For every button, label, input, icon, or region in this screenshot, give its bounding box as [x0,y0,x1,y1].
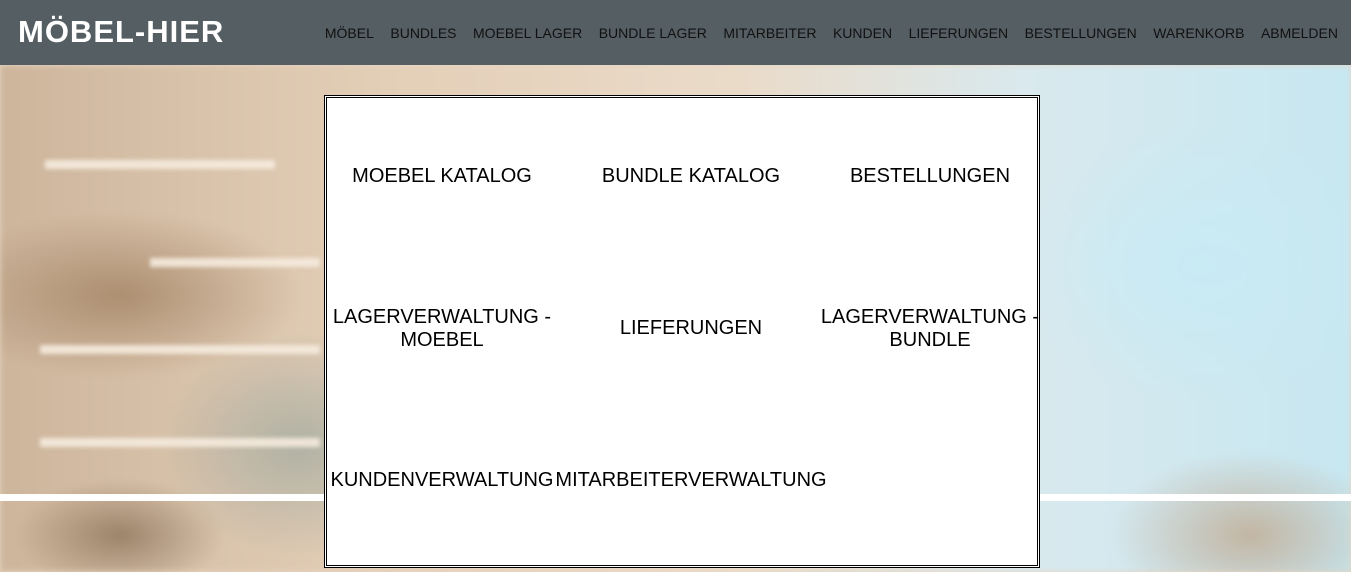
tile-moebel-katalog[interactable]: MOEBEL KATALOG [327,165,557,188]
tile-bestellungen[interactable]: BESTELLUNGEN [815,165,1045,188]
tile-bundle-katalog[interactable]: BUNDLE KATALOG [576,165,806,188]
main-nav: MÖBEL BUNDLES MOEBEL LAGER BUNDLE LAGER … [308,25,1338,41]
tile-lieferungen[interactable]: LIEFERUNGEN [576,317,806,340]
background-shelf [40,345,320,354]
background-shelf [45,160,275,169]
nav-mitarbeiter[interactable]: MITARBEITER [723,25,816,41]
tile-lagerverwaltung-moebel[interactable]: LAGERVERWALTUNG - MOEBEL [327,306,557,352]
nav-abmelden[interactable]: ABMELDEN [1261,25,1338,41]
background-shelf [150,258,320,267]
nav-lieferungen[interactable]: LIEFERUNGEN [909,25,1009,41]
nav-kunden[interactable]: KUNDEN [833,25,892,41]
nav-bestellungen[interactable]: BESTELLUNGEN [1025,25,1137,41]
nav-moebel-lager[interactable]: MOEBEL LAGER [473,25,582,41]
nav-bundles[interactable]: BUNDLES [390,25,456,41]
top-navbar: MÖBEL-HIER MÖBEL BUNDLES MOEBEL LAGER BU… [0,0,1351,65]
nav-moebel[interactable]: MÖBEL [325,25,374,41]
nav-bundle-lager[interactable]: BUNDLE LAGER [599,25,707,41]
tile-kundenverwaltung[interactable]: KUNDENVERWALTUNG [327,469,557,492]
tile-lagerverwaltung-bundle[interactable]: LAGERVERWALTUNG - BUNDLE [815,306,1045,352]
tile-mitarbeiterverwaltung[interactable]: MITARBEITERVERWALTUNG [553,469,829,492]
nav-warenkorb[interactable]: WARENKORB [1153,25,1244,41]
background-shelf [40,438,320,447]
site-logo[interactable]: MÖBEL-HIER [18,14,224,50]
admin-menu-panel: MOEBEL KATALOG BUNDLE KATALOG BESTELLUNG… [324,95,1040,568]
